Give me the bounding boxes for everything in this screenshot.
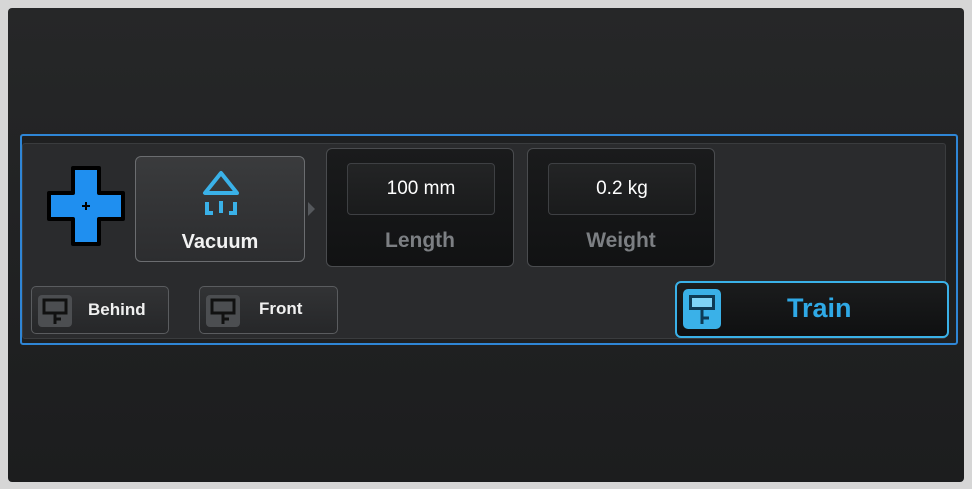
front-label: Front: [259, 299, 303, 318]
waypoint-icon: [206, 295, 240, 327]
waypoint-icon: [683, 289, 721, 329]
add-button[interactable]: [47, 166, 125, 246]
weight-panel: 0.2 kg Weight: [527, 148, 715, 267]
arrow-right-icon: [308, 202, 315, 216]
length-panel: 100 mm Length: [326, 148, 514, 267]
front-button[interactable]: Front: [199, 286, 338, 334]
gripper-type-label: Vacuum: [181, 231, 259, 253]
weight-input[interactable]: 0.2 kg: [548, 163, 696, 215]
length-input[interactable]: 100 mm: [347, 163, 495, 215]
behind-label: Behind: [88, 300, 146, 319]
behind-button[interactable]: Behind: [31, 286, 169, 334]
train-label: Train: [787, 293, 852, 323]
gripper-type-button[interactable]: Vacuum: [135, 156, 305, 262]
waypoint-icon: [38, 295, 72, 327]
vacuum-gripper-icon: [203, 171, 239, 215]
length-label: Length: [385, 229, 455, 252]
weight-label: Weight: [586, 229, 656, 252]
add-cross-icon: [47, 166, 125, 246]
train-button[interactable]: Train: [675, 281, 949, 338]
